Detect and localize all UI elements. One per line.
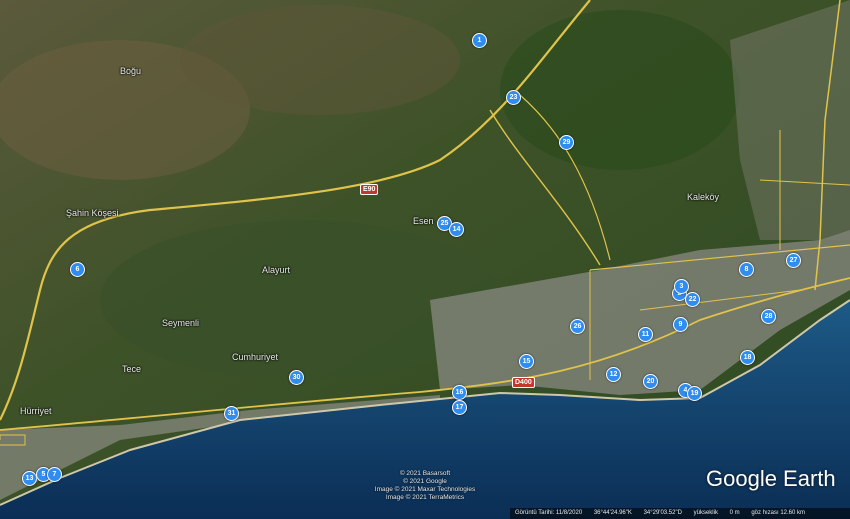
place-label: Seymenli [162, 318, 200, 328]
terrain-patch [180, 5, 460, 115]
road-shield-e90: E90 [360, 184, 379, 195]
satellite-map[interactable]: Boğu Şahin Köşesi Esen Kaleköy Alayurt S… [0, 0, 850, 519]
place-label: Cumhuriyet [232, 352, 279, 362]
map-marker[interactable]: 30 [289, 370, 304, 385]
place-label: Hürriyet [20, 406, 52, 416]
map-marker[interactable]: 3 [674, 279, 689, 294]
elevation-label: yükseklik [693, 510, 718, 516]
map-marker[interactable]: 26 [570, 319, 585, 334]
map-marker[interactable]: 1 [472, 33, 487, 48]
map-marker[interactable]: 6 [70, 262, 85, 277]
road-shield-d400: D400 [512, 377, 535, 388]
eye-altitude-readout: göz hızası 12.60 km [751, 510, 806, 516]
map-marker[interactable]: 18 [740, 350, 755, 365]
map-marker[interactable]: 20 [643, 374, 658, 389]
place-label: Şahin Köşesi [66, 208, 119, 218]
terrain-patch [500, 10, 740, 170]
map-marker[interactable]: 16 [452, 385, 467, 400]
place-label: Tece [122, 364, 142, 374]
longitude-readout: 34°29'03.52"D [643, 510, 682, 516]
map-marker[interactable]: 28 [761, 309, 776, 324]
place-label: Esen [413, 216, 434, 226]
map-marker[interactable]: 27 [786, 253, 801, 268]
latitude-readout: 36°44'24.96"K [593, 510, 632, 516]
place-label: Alayurt [262, 265, 291, 275]
map-marker[interactable]: 19 [687, 386, 702, 401]
map-marker[interactable]: 23 [506, 90, 521, 105]
place-label: Boğu [120, 66, 142, 76]
map-marker[interactable]: 15 [519, 354, 534, 369]
map-marker[interactable]: 31 [224, 406, 239, 421]
imagery-date: Görüntü Tarihi: 11/8/2020 [515, 510, 583, 516]
map-marker[interactable]: 12 [606, 367, 621, 382]
map-marker[interactable]: 29 [559, 135, 574, 150]
map-marker[interactable]: 11 [638, 327, 653, 342]
map-marker[interactable]: 22 [685, 292, 700, 307]
map-marker[interactable]: 8 [739, 262, 754, 277]
map-marker[interactable]: 9 [673, 317, 688, 332]
status-bar: Görüntü Tarihi: 11/8/2020 36°44'24.96"K … [510, 508, 850, 519]
map-marker[interactable]: 14 [449, 222, 464, 237]
credit-line: Image © 2021 TerraMetrics [385, 494, 465, 501]
google-earth-logo: Google Earth [706, 466, 836, 491]
elevation-readout: 0 m [729, 510, 740, 516]
place-label: Kaleköy [687, 192, 720, 202]
map-marker[interactable]: 17 [452, 400, 467, 415]
map-imagery [0, 0, 850, 519]
